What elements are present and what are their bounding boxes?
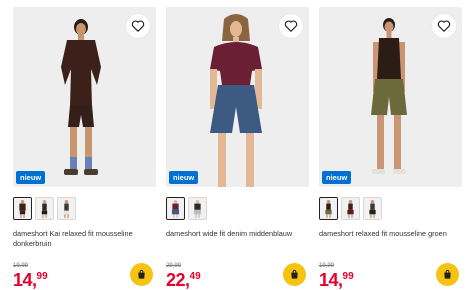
heart-outline-icon: [284, 20, 298, 32]
original-price: 19,99: [319, 263, 335, 269]
shopping-bag-icon: [444, 269, 451, 279]
color-variant-thumbnail[interactable]: [188, 197, 207, 220]
sale-price: 22, 49: [166, 270, 201, 290]
shopping-bag-icon: [291, 269, 298, 279]
product-title[interactable]: dameshort Kai relaxed fit mousseline don…: [13, 229, 156, 249]
color-variant-thumbnail[interactable]: [35, 197, 54, 220]
original-price: 19,99: [13, 263, 29, 269]
product-title[interactable]: dameshort relaxed fit mousseline groen: [319, 229, 462, 239]
color-variants: [166, 197, 207, 220]
color-variant-thumbnail[interactable]: [166, 197, 185, 220]
new-badge: nieuw: [169, 171, 199, 184]
color-variant-thumbnail[interactable]: [363, 197, 382, 220]
product-card[interactable]: nieuw dameshort wide fit denim middenbla…: [166, 7, 309, 290]
product-image[interactable]: nieuw: [166, 7, 309, 187]
product-card[interactable]: nieuw dameshort Kai relaxed fit mousseli…: [13, 7, 156, 290]
price-integer: 22,: [166, 270, 190, 290]
favorite-button[interactable]: [279, 14, 303, 38]
price-decimals: 49: [189, 271, 201, 282]
product-title[interactable]: dameshort wide fit denim middenblauw: [166, 229, 309, 239]
heart-outline-icon: [437, 20, 451, 32]
new-badge: nieuw: [322, 171, 352, 184]
heart-outline-icon: [131, 20, 145, 32]
price-decimals: 99: [342, 271, 354, 282]
favorite-button[interactable]: [432, 14, 456, 38]
shopping-bag-icon: [138, 269, 145, 279]
color-variants: [319, 197, 382, 220]
price-decimals: 99: [36, 271, 48, 282]
product-image[interactable]: nieuw: [319, 7, 462, 187]
color-variant-thumbnail[interactable]: [341, 197, 360, 220]
product-image[interactable]: nieuw: [13, 7, 156, 187]
new-badge: nieuw: [16, 171, 46, 184]
original-price: 29,99: [166, 263, 182, 269]
price-integer: 14,: [13, 270, 37, 290]
favorite-button[interactable]: [126, 14, 150, 38]
product-card[interactable]: nieuw dameshort relaxed fit mousseline g…: [319, 7, 462, 290]
sale-price: 14, 99: [319, 270, 354, 290]
color-variant-thumbnail[interactable]: [57, 197, 76, 220]
color-variants: [13, 197, 76, 220]
color-variant-thumbnail[interactable]: [13, 197, 32, 220]
add-to-cart-button[interactable]: [130, 263, 153, 286]
price-integer: 14,: [319, 270, 343, 290]
add-to-cart-button[interactable]: [283, 263, 306, 286]
sale-price: 14, 99: [13, 270, 48, 290]
color-variant-thumbnail[interactable]: [319, 197, 338, 220]
add-to-cart-button[interactable]: [436, 263, 459, 286]
